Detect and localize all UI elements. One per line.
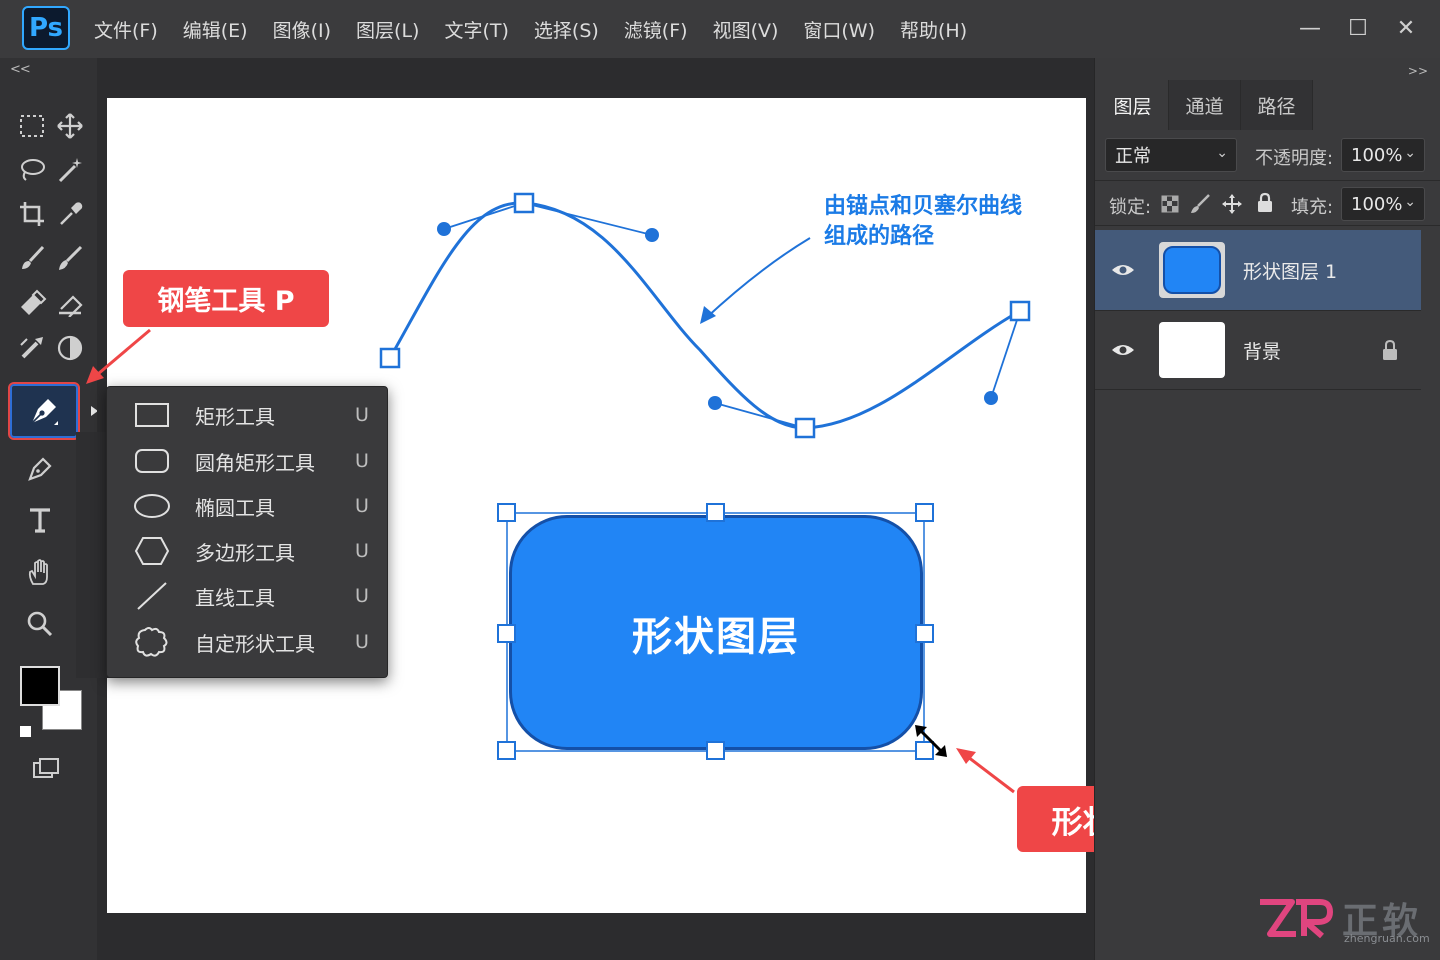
flyout-backdrop (76, 432, 110, 678)
anchor-point[interactable] (379, 347, 401, 369)
tab-layers[interactable]: 图层 (1097, 80, 1169, 130)
watermark: 正软 zhengruan.com (1256, 892, 1436, 948)
handle-line (523, 202, 653, 236)
layer-lock-icon (1383, 339, 1397, 360)
chevron-down-icon: ⌄ (1404, 145, 1416, 161)
handle-line (443, 202, 525, 230)
blend-mode-select[interactable]: 正常 ⌄ (1105, 138, 1237, 172)
flyout-shortcut: U (355, 631, 369, 653)
flyout-item-ellipse[interactable]: 椭圆工具 U (107, 484, 389, 528)
control-handle[interactable] (984, 391, 998, 405)
layer-thumbnail (1159, 242, 1225, 298)
flyout-item-rounded-rectangle[interactable]: 圆角矩形工具 U (107, 439, 389, 483)
ellipse-icon (133, 491, 171, 521)
fill-field[interactable]: 100% ⌄ (1341, 187, 1425, 221)
opacity-field[interactable]: 100% ⌄ (1341, 138, 1425, 172)
flyout-label: 矩形工具 (195, 404, 275, 429)
bezier-note-line2: 组成的路径 (824, 224, 935, 249)
flyout-shortcut: U (355, 585, 369, 607)
tab-paths[interactable]: 路径 (1241, 80, 1313, 130)
chevron-down-icon: ⌄ (1404, 194, 1416, 210)
shape-layer-label: 形状图层 (632, 613, 800, 660)
fill-value: 100% (1351, 193, 1403, 215)
anchor-point[interactable] (513, 192, 535, 214)
flyout-item-rectangle[interactable]: 矩形工具 U (107, 393, 389, 437)
anchor-point[interactable] (1009, 300, 1031, 322)
rounded-rectangle-shape[interactable]: 形状图层 (509, 515, 923, 750)
lock-position-icon[interactable] (1221, 193, 1243, 215)
flyout-label: 圆角矩形工具 (195, 450, 315, 475)
flyout-item-custom-shape[interactable]: 自定形状工具 U (107, 620, 389, 664)
layers-panel: >> 图层 通道 路径 正常 ⌄ 不透明度: 100% ⌄ 锁定: 填充: 10… (1094, 58, 1440, 960)
flyout-shortcut: U (355, 404, 369, 426)
flyout-shortcut: U (355, 495, 369, 517)
lock-row: 锁定: 填充: 100% ⌄ (1095, 180, 1440, 226)
rounded-rectangle-icon (133, 446, 171, 476)
opacity-label: 不透明度: (1255, 148, 1334, 169)
anchor-point[interactable] (794, 417, 816, 439)
flyout-label: 直线工具 (195, 585, 275, 610)
flyout-item-polygon[interactable]: 多边形工具 U (107, 529, 389, 573)
flyout-shortcut: U (355, 540, 369, 562)
layer-row-shape[interactable]: 形状图层 1 (1095, 230, 1421, 310)
rectangle-icon (133, 400, 171, 430)
layer-name: 形状图层 1 (1243, 260, 1338, 283)
chevron-down-icon: ⌄ (1216, 145, 1228, 161)
lock-all-icon[interactable] (1255, 192, 1275, 214)
control-handle[interactable] (645, 228, 659, 242)
flyout-label: 自定形状工具 (195, 631, 315, 656)
panel-collapse-button[interactable]: >> (1408, 64, 1428, 78)
lock-label: 锁定: (1109, 197, 1152, 218)
flyout-label: 椭圆工具 (195, 495, 275, 520)
note-arrow (705, 237, 811, 319)
tab-channels[interactable]: 通道 (1169, 80, 1241, 130)
flyout-label: 多边形工具 (195, 540, 295, 565)
flyout-item-line[interactable]: 直线工具 U (107, 574, 389, 618)
fill-label: 填充: (1291, 197, 1334, 218)
opacity-value: 100% (1351, 144, 1403, 166)
note-arrowhead (700, 306, 716, 324)
polygon-icon (133, 536, 171, 566)
layer-thumbnail (1159, 322, 1225, 378)
blend-mode-value: 正常 (1115, 146, 1151, 167)
bezier-note-line1: 由锚点和贝塞尔曲线 (824, 194, 1023, 219)
shape-tool-flyout: 矩形工具 U 圆角矩形工具 U 椭圆工具 U 多边形工具 U 直线工具 U 自定… (106, 386, 388, 678)
lock-pixels-icon[interactable] (1189, 193, 1211, 215)
layer-row-background[interactable]: 背景 (1095, 310, 1421, 390)
pen-tool-callout: 钢笔工具 P (123, 270, 329, 327)
handle-line (714, 402, 806, 429)
lock-transparent-icon[interactable] (1161, 195, 1179, 213)
layer-name: 背景 (1243, 340, 1282, 363)
line-icon (133, 581, 171, 611)
photoshop-window: Ps 文件(F) 编辑(E) 图像(I) 图层(L) 文字(T) 选择(S) 滤… (0, 0, 1440, 960)
bezier-path-note: 由锚点和贝塞尔曲线 组成的路径 (824, 192, 1022, 252)
control-handle[interactable] (437, 222, 451, 236)
watermark-url: zhengruan.com (1344, 932, 1430, 945)
visibility-eye-icon[interactable] (1111, 340, 1135, 360)
visibility-eye-icon[interactable] (1111, 260, 1135, 280)
panel-tabs: 图层 通道 路径 (1097, 80, 1313, 130)
flyout-shortcut: U (355, 450, 369, 472)
custom-shape-icon (133, 627, 171, 657)
handle-line (990, 310, 1021, 399)
watermark-logo (1260, 899, 1333, 939)
control-handle[interactable] (708, 396, 722, 410)
